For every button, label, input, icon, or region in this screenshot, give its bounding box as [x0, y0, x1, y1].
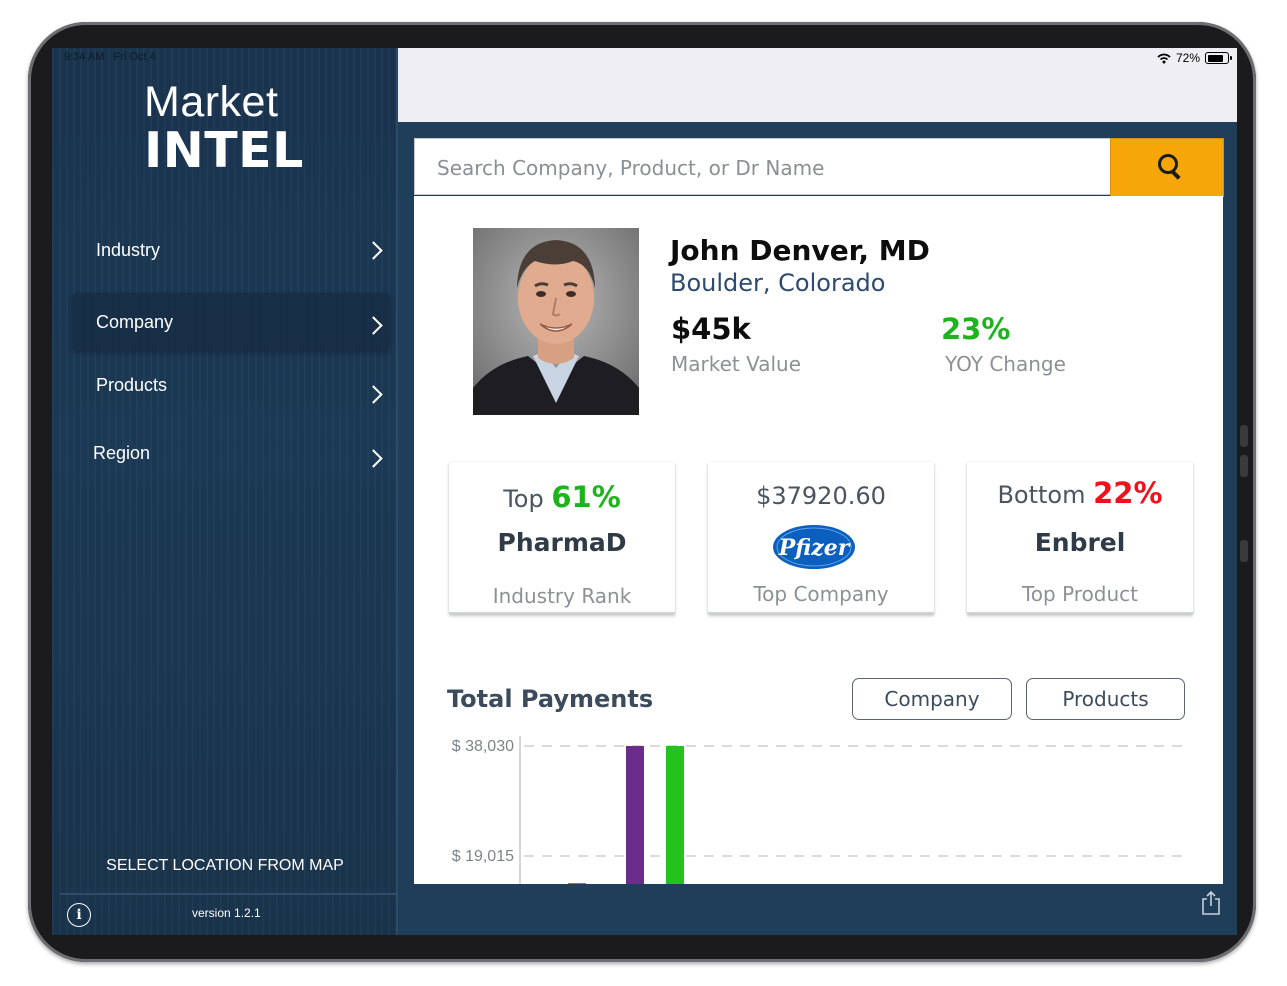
select-location-link[interactable]: SELECT LOCATION FROM MAP — [52, 857, 398, 875]
rank-line: Top 61% — [503, 480, 621, 514]
sidebar-item-label: Industry — [96, 239, 161, 260]
sidebar: 9:34 AM Fri Oct 4 Market INTEL Industry … — [52, 48, 398, 935]
wifi-icon — [1157, 53, 1171, 63]
yoy-change-label: YOY Change — [945, 352, 1066, 376]
company-amount: $37920.60 — [756, 482, 886, 510]
y-tick-label: $ 38,030 — [452, 738, 514, 755]
yoy-change: 23% — [941, 312, 1011, 346]
rank-name: PharmaD — [497, 528, 627, 557]
version-label: version 1.2.1 — [192, 906, 261, 920]
pfizer-logo: Pfizer — [773, 525, 855, 569]
chevron-right-icon — [364, 385, 383, 404]
volume-button — [1240, 455, 1248, 477]
rank-label: Industry Rank — [492, 584, 632, 608]
bar-purple — [568, 883, 586, 884]
info-icon[interactable]: i — [67, 903, 91, 927]
sidebar-item-label: Products — [96, 374, 168, 395]
bar-purple — [626, 746, 644, 884]
sidebar-item-region[interactable]: Region — [72, 424, 390, 482]
chevron-right-icon — [364, 240, 383, 260]
market-value: $45k — [671, 312, 751, 346]
market-value-label: Market Value — [671, 352, 802, 376]
share-icon[interactable] — [1201, 891, 1221, 915]
total-payments-chart: $ 38,030 $ 19,015 — [452, 736, 1190, 884]
rank-percent: 61% — [551, 480, 621, 514]
chevron-right-icon — [364, 316, 383, 335]
chevron-right-icon — [364, 449, 383, 468]
sidebar-item-industry[interactable]: Industry — [72, 221, 390, 279]
doctor-profile-panel: John Denver, MD Boulder, Colorado $45k M… — [414, 196, 1223, 884]
status-time: 9:34 AM Fri Oct 4 — [64, 51, 156, 63]
doctor-name: John Denver, MD — [670, 234, 930, 267]
total-payments-title: Total Payments — [447, 685, 654, 713]
doctor-location: Boulder, Colorado — [670, 269, 886, 297]
search-button[interactable] — [1110, 138, 1224, 197]
svg-text:Pfizer: Pfizer — [778, 535, 851, 561]
top-bar: 72% — [398, 48, 1237, 122]
industry-rank-card[interactable]: Top 61% PharmaD Industry Rank — [449, 462, 675, 614]
product-percent: 22% — [1093, 476, 1163, 510]
logo-intel: INTEL — [144, 122, 304, 179]
logo-market: Market — [144, 78, 279, 126]
products-filter-button[interactable]: Products — [1026, 678, 1185, 720]
sidebar-item-company[interactable]: Company — [72, 293, 390, 351]
product-name: Enbrel — [1034, 528, 1126, 557]
y-tick-label: $ 19,015 — [452, 848, 514, 865]
sidebar-item-products[interactable]: Products — [72, 356, 390, 414]
volume-button — [1240, 425, 1248, 447]
top-product-card[interactable]: Bottom 22% Enbrel Top Product — [967, 462, 1193, 614]
company-filter-button[interactable]: Company — [852, 678, 1012, 720]
sidebar-item-label: Region — [93, 442, 151, 463]
product-line: Bottom 22% — [997, 476, 1163, 510]
battery-icon — [1205, 52, 1232, 64]
doctor-photo — [473, 228, 639, 415]
power-button — [1240, 540, 1248, 562]
status-indicators: 72% — [1157, 51, 1232, 65]
product-label: Top Product — [1021, 582, 1139, 606]
battery-percent: 72% — [1175, 51, 1200, 65]
divider — [60, 893, 398, 895]
top-company-card[interactable]: $37920.60 Pfizer Top Company — [708, 462, 934, 614]
company-label: Top Company — [753, 582, 889, 606]
bar-green — [666, 746, 684, 884]
search-bar — [414, 138, 1112, 196]
sidebar-item-label: Company — [96, 311, 174, 332]
search-input[interactable] — [435, 139, 1099, 196]
